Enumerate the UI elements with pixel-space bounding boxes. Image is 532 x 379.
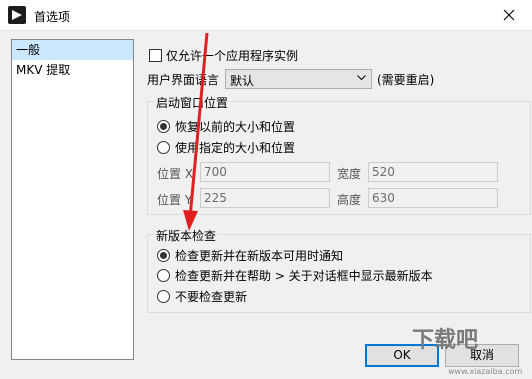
height-input[interactable]: 630 bbox=[368, 188, 498, 208]
use-specified-radio[interactable] bbox=[157, 141, 170, 154]
ui-language-label: 用户界面语言 bbox=[147, 73, 220, 87]
sidebar-item-mkv-extract[interactable]: MKV 提取 bbox=[12, 60, 133, 80]
single-instance-label: 仅允许一个应用程序实例 bbox=[166, 49, 299, 63]
no-check-radio[interactable] bbox=[157, 290, 170, 303]
close-button[interactable] bbox=[486, 0, 532, 30]
check-notify-radio[interactable] bbox=[157, 249, 170, 262]
startup-position-title: 启动窗口位置 bbox=[154, 94, 231, 111]
position-y-label: 位置 Y bbox=[157, 193, 193, 207]
check-show-in-about-radio[interactable] bbox=[157, 269, 170, 282]
watermark-url: www.xiazaiba.com bbox=[448, 367, 523, 376]
restore-previous-label: 恢复以前的大小和位置 bbox=[175, 120, 296, 134]
update-check-title: 新版本检查 bbox=[154, 227, 219, 244]
position-y-input[interactable]: 225 bbox=[200, 188, 330, 208]
position-x-value: 700 bbox=[204, 165, 227, 179]
no-check-label: 不要检查更新 bbox=[175, 290, 248, 304]
watermark-logo: 下载吧 bbox=[412, 328, 479, 353]
app-icon bbox=[8, 6, 26, 24]
sidebar-item-general[interactable]: 一般 bbox=[12, 40, 133, 60]
use-specified-label: 使用指定的大小和位置 bbox=[175, 141, 296, 155]
chevron-down-icon bbox=[357, 75, 366, 81]
width-label: 宽度 bbox=[337, 167, 362, 181]
check-show-in-about-label: 检查更新并在帮助 > 关于对话框中显示最新版本 bbox=[175, 269, 433, 283]
category-list[interactable]: 一般 MKV 提取 bbox=[11, 39, 134, 360]
position-x-label: 位置 X bbox=[157, 167, 194, 181]
height-label: 高度 bbox=[337, 193, 362, 207]
ui-language-value: 默认 bbox=[230, 74, 255, 88]
width-value: 520 bbox=[372, 165, 395, 179]
height-value: 630 bbox=[372, 191, 395, 205]
title-bar: 首选项 bbox=[0, 0, 532, 31]
position-y-value: 225 bbox=[204, 191, 227, 205]
ui-language-select[interactable]: 默认 bbox=[225, 69, 372, 89]
close-icon bbox=[503, 9, 515, 21]
width-input[interactable]: 520 bbox=[368, 162, 498, 182]
restore-previous-radio[interactable] bbox=[157, 120, 170, 133]
single-instance-checkbox[interactable] bbox=[149, 49, 162, 62]
restart-note: (需要重启) bbox=[377, 73, 435, 87]
check-notify-label: 检查更新并在新版本可用时通知 bbox=[175, 249, 344, 263]
position-x-input[interactable]: 700 bbox=[200, 162, 330, 182]
window-title: 首选项 bbox=[34, 10, 71, 24]
